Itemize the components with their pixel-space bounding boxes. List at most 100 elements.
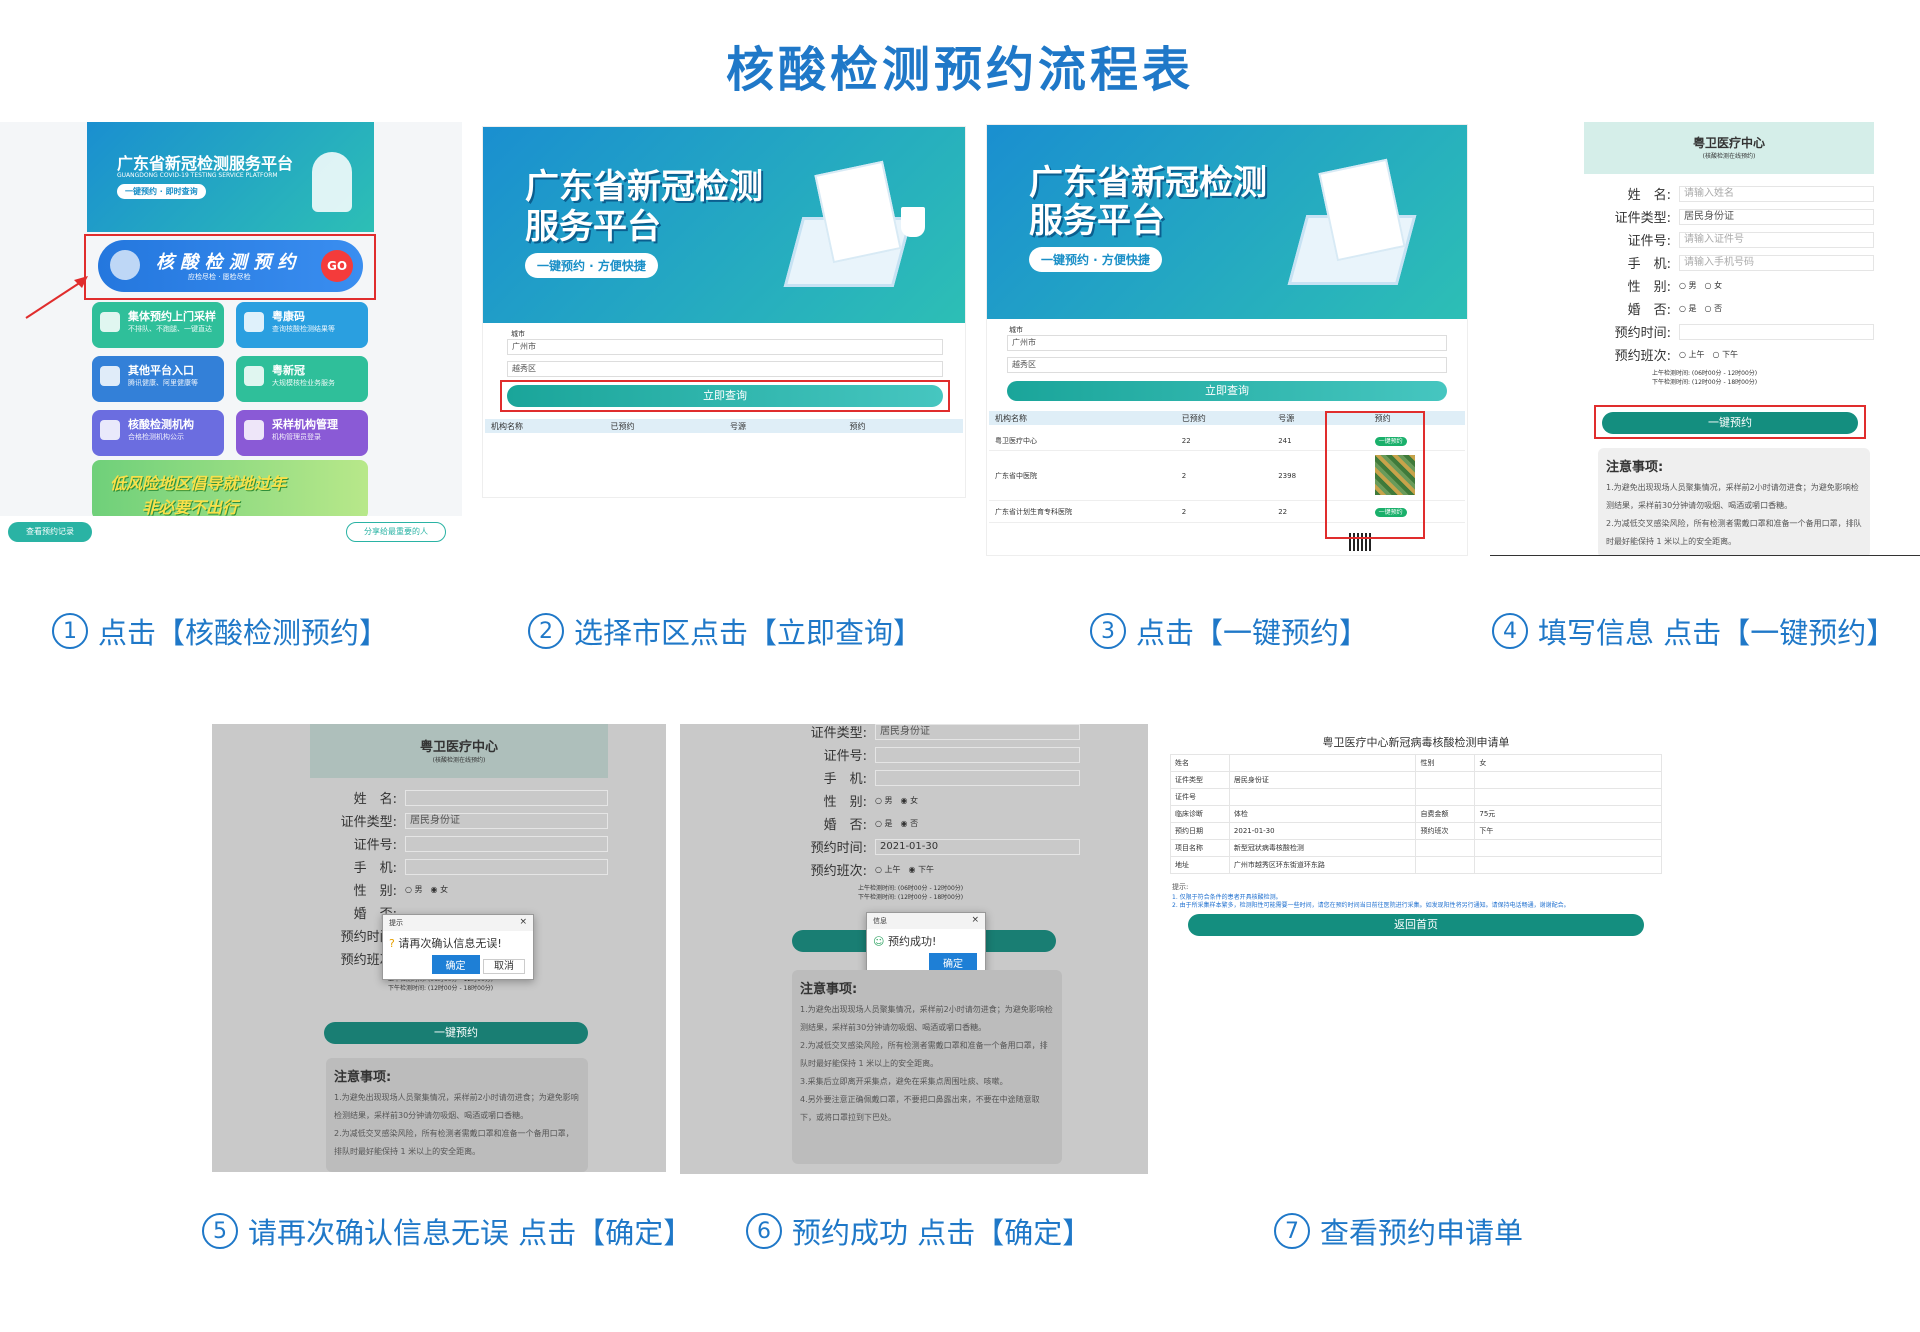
doctor-icon <box>312 152 352 212</box>
application-cell: 新型冠状病毒核酸检测 <box>1228 839 1417 857</box>
city-select[interactable]: 广州市 <box>507 339 943 355</box>
application-cell: 证件类型 <box>1170 771 1230 789</box>
married-yes-radio[interactable]: 是 <box>1689 304 1697 313</box>
service-tile[interactable]: 粤康码 查询核酸检测结果等 <box>236 302 368 348</box>
application-cell: 自费金额 <box>1415 805 1476 823</box>
married-no-radio[interactable]: 否 <box>910 819 918 828</box>
step2-banner-title1: 广东省新冠检测 <box>525 167 763 207</box>
note-3: 3.采集后立即离开采集点，避免在采集点周围吐痰、咳嗽。 <box>800 1077 1008 1086</box>
booking-date-input[interactable] <box>1679 323 1874 340</box>
red-arrow-icon <box>25 276 88 319</box>
gender-female-radio[interactable]: 女 <box>440 885 448 894</box>
step2-screenshot: 广东省新冠检测 服务平台 一键预约 · 方便快捷 城市 广州市 越秀区 立即查询… <box>482 126 966 498</box>
step3-district-select[interactable]: 越秀区 <box>1007 357 1447 373</box>
col-quota: 号源 <box>730 421 746 431</box>
back-home-button[interactable]: 返回首页 <box>1188 914 1644 936</box>
session-pm-radio[interactable]: 下午 <box>1722 350 1738 359</box>
application-cell: 项目名称 <box>1170 839 1230 857</box>
row-name: 粤卫医疗中心 <box>995 436 1037 445</box>
step3-query-button[interactable]: 立即查询 <box>1007 381 1447 401</box>
id-type-label: 证件类型: <box>340 815 397 830</box>
phone-label: 手 机: <box>823 772 867 787</box>
share-button[interactable]: 分享给最重要的人 <box>346 522 446 542</box>
married-no-radio[interactable]: 否 <box>1714 304 1722 313</box>
name-label: 姓 名: <box>353 792 397 807</box>
notes-title: 注意事项: <box>1606 460 1664 475</box>
phone-input[interactable]: 请输入手机号码 <box>1679 254 1874 271</box>
gender-male-radio[interactable]: 男 <box>885 796 893 805</box>
step1-banner-title: 广东省新冠检测服务平台 <box>117 154 294 173</box>
step-text: 查看预约申请单 <box>1320 1216 1524 1250</box>
id-type-select[interactable]: 居民身份证 <box>405 812 608 829</box>
name-input[interactable]: 请输入姓名 <box>1679 185 1874 202</box>
tile-title: 核酸检测机构 <box>128 418 194 431</box>
id-type-select[interactable]: 居民身份证 <box>875 724 1080 740</box>
session-am-radio[interactable]: 上午 <box>885 865 901 874</box>
gender-label: 性 别: <box>353 884 397 899</box>
view-records-button[interactable]: 查看预约记录 <box>8 522 92 542</box>
step6-form: 证件类型: 居民身份证 证件号: 手 机: 性 别: ○ 男 ◉ 女 婚 否: ○ 是… <box>780 724 1080 901</box>
col-booked: 已预约 <box>610 421 635 431</box>
application-cell <box>1415 839 1476 857</box>
confirm-ok-button[interactable]: 确定 <box>431 955 480 974</box>
id-number-label: 证件号: <box>823 749 867 764</box>
service-tile[interactable]: 其他平台入口 腾讯健康、阿里健康等 <box>92 356 224 402</box>
step-number: 1 <box>52 613 88 649</box>
step4-notes: 注意事项: 1.为避免出现现场人员聚集情况，采样前2小时请勿进食；为避免影响检测… <box>1598 448 1870 555</box>
gender-female-radio[interactable]: 女 <box>1714 281 1722 290</box>
application-row: 地址 广州市越秀区环东街道环东路 <box>1170 856 1662 874</box>
id-type-select[interactable]: 居民身份证 <box>1679 208 1874 225</box>
note-2: 2.为减低交叉感染风险，所有检测者需戴口罩和准备一个备用口罩，排队时最好能保持 … <box>1606 519 1862 546</box>
confirm-cancel-button[interactable]: 取消 <box>483 959 525 974</box>
application-cell: 2021-01-30 <box>1228 822 1417 840</box>
application-row: 证件类型 居民身份证 <box>1170 771 1662 789</box>
phone-input[interactable] <box>875 769 1080 786</box>
application-cell: 性别 <box>1415 754 1476 772</box>
booking-date-input[interactable]: 2021-01-30 <box>875 838 1080 855</box>
tile-subtitle: 不排队、不跑腿、一键直达 <box>128 325 212 333</box>
id-number-input[interactable]: 请输入证件号 <box>1679 231 1874 248</box>
notes-title: 注意事项: <box>800 982 858 997</box>
married-yes-radio[interactable]: 是 <box>885 819 893 828</box>
step1-screenshot: 广东省新冠检测服务平台 GUANGDONG COVID-19 TESTING S… <box>0 122 462 558</box>
id-number-input[interactable] <box>405 835 608 852</box>
step4-screenshot: 粤卫医疗中心 (核酸检测在线预约) 姓 名: 请输入姓名 证件类型: 居民身份证 证… <box>1490 122 1920 556</box>
step3-banner-title2: 服务平台 <box>1029 201 1165 241</box>
dialog-close-icon[interactable]: × <box>971 915 979 925</box>
phone-input[interactable] <box>405 858 608 875</box>
phone-label: 手 机: <box>353 861 397 876</box>
district-select[interactable]: 越秀区 <box>507 361 943 377</box>
step6-screenshot: 证件类型: 居民身份证 证件号: 手 机: 性 别: ○ 男 ◉ 女 婚 否: ○ 是… <box>680 724 1148 1174</box>
confirm-dialog-message: 请再次确认信息无误! <box>398 937 502 950</box>
step5-booking-button[interactable]: 一键预约 <box>324 1022 588 1044</box>
service-tile[interactable]: 粤新冠 大规模核检业务服务 <box>236 356 368 402</box>
session-label: 预约班次: <box>1614 349 1671 364</box>
dialog-close-icon[interactable]: × <box>519 917 527 927</box>
service-tile[interactable]: 核酸检测机构 合格检测机构公示 <box>92 410 224 456</box>
service-tile[interactable]: 集体预约上门采样 不排队、不跑腿、一键直达 <box>92 302 224 348</box>
row-booked: 2 <box>1181 507 1187 516</box>
session-am-radio[interactable]: 上午 <box>1689 350 1705 359</box>
step3-city-select[interactable]: 广州市 <box>1007 335 1447 351</box>
am-time-note: 上午检测时间: (06时00分 - 12时00分) <box>1652 370 1758 377</box>
clinic-sub: (核酸检测在线预约) <box>1702 153 1756 160</box>
id-number-input[interactable] <box>875 746 1080 763</box>
name-input[interactable] <box>405 789 608 806</box>
tile-subtitle: 查询核酸检测结果等 <box>272 325 335 333</box>
application-cell: 证件号 <box>1170 788 1230 806</box>
application-cell: 居民身份证 <box>1228 771 1417 789</box>
note-1: 1.为避免出现现场人员聚集情况，采样前2小时请勿进食；为避免影响检测结果，采样前… <box>1606 483 1859 510</box>
row-booked: 22 <box>1181 436 1191 445</box>
step-caption-6: 6 预约成功 点击【确定】 <box>746 1210 1091 1252</box>
session-pm-radio[interactable]: 下午 <box>918 865 934 874</box>
step-caption-3: 3 点击【一键预约】 <box>1090 610 1368 652</box>
gender-label: 性 别: <box>1627 280 1671 295</box>
gender-male-radio[interactable]: 男 <box>1689 281 1697 290</box>
application-cell: 姓名 <box>1170 754 1230 772</box>
step5-screenshot: 粤卫医疗中心 (核酸检测在线预约) 姓 名: 证件类型: 居民身份证 证件号: 手… <box>212 724 666 1172</box>
gender-male-radio[interactable]: 男 <box>415 885 423 894</box>
gender-female-radio[interactable]: 女 <box>910 796 918 805</box>
step3-col-booked: 已预约 <box>1181 413 1206 423</box>
service-tile[interactable]: 采样机构管理 机构管理员登录 <box>236 410 368 456</box>
step1-banner-pill: 一键预约 · 即时查询 <box>117 184 206 199</box>
